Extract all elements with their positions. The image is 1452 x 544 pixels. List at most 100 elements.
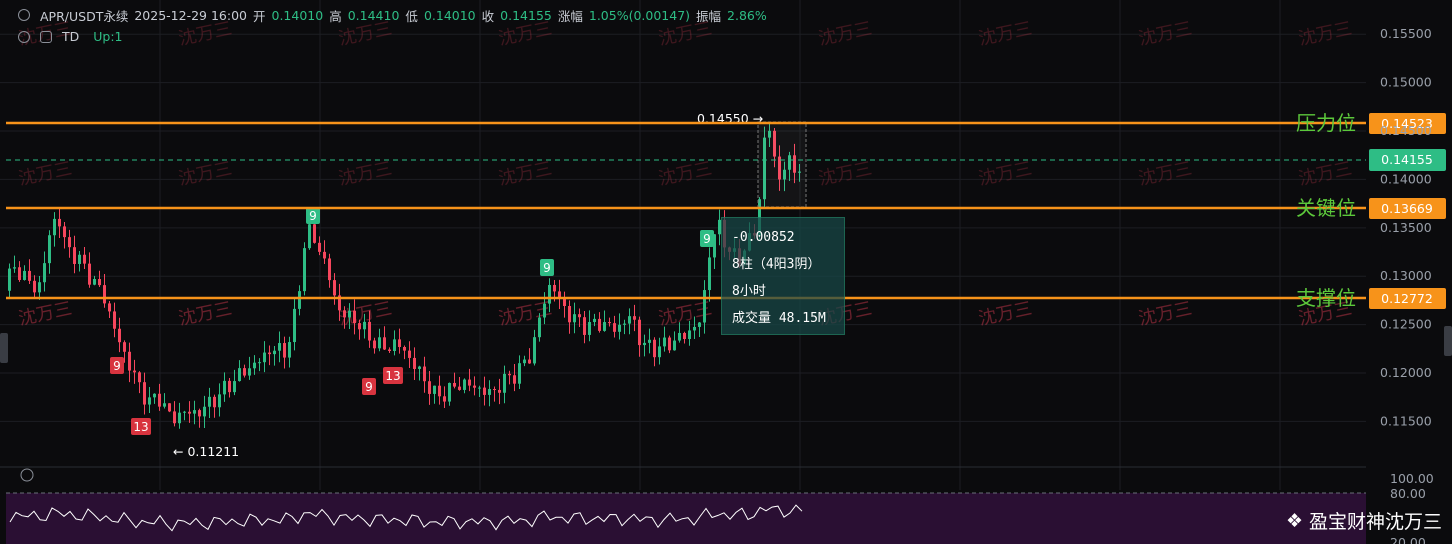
candle-body	[33, 280, 36, 293]
visibility-eye-icon[interactable]	[18, 9, 30, 21]
watermark-text: 沈万三	[817, 18, 874, 50]
indicator-name: TD	[62, 29, 80, 44]
candle-body	[208, 396, 211, 407]
y-tick-label: 0.15000	[1380, 75, 1432, 90]
current-price-text: 0.14155	[1381, 152, 1433, 167]
level-price-text: 0.12772	[1381, 291, 1433, 306]
candle-body	[633, 316, 636, 320]
indicator-row: TD Up:1	[18, 29, 123, 44]
td-label-text: 9	[365, 380, 373, 394]
candle-body	[133, 370, 136, 373]
candle-body	[113, 311, 116, 329]
candle-body	[678, 332, 681, 341]
candle-body	[308, 224, 311, 249]
td-label-text: 9	[309, 209, 317, 223]
y-tick-label: 0.13000	[1380, 268, 1432, 283]
brand-text: 盈宝财神沈万三	[1308, 511, 1442, 533]
candle-body	[328, 258, 331, 281]
y-tick-label: 0.12500	[1380, 317, 1432, 332]
td-label-text: 9	[703, 232, 711, 246]
indicator-settings-icon[interactable]	[40, 30, 52, 43]
watermark-text: 沈万三	[1137, 158, 1194, 190]
rsi-tick-label: 80.00	[1390, 486, 1426, 501]
candle-body	[168, 403, 171, 412]
watermark-text: 沈万三	[1297, 158, 1354, 190]
close-label: 收	[481, 8, 495, 24]
candle-body	[78, 254, 81, 264]
candle-body	[93, 278, 96, 285]
candle-body	[138, 372, 141, 383]
low-label: 低	[405, 8, 418, 24]
candle-body	[263, 352, 266, 363]
candle-body	[598, 318, 601, 331]
candle-body	[143, 382, 146, 405]
y-tick-label: 0.12000	[1380, 365, 1432, 380]
indicator-eye-icon[interactable]	[18, 30, 30, 43]
candle-body	[278, 343, 281, 351]
candle-body	[363, 321, 366, 330]
candle-body	[303, 248, 306, 292]
candle-body	[353, 310, 356, 324]
candle-body	[538, 317, 541, 338]
candle-body	[588, 322, 591, 335]
candle-body	[238, 368, 241, 382]
candle-body	[523, 359, 526, 364]
candle-body	[223, 380, 226, 395]
candle-body	[173, 411, 176, 424]
candle-body	[403, 346, 406, 351]
left-scroll-handle[interactable]	[0, 333, 8, 363]
candle-body	[293, 308, 296, 343]
watermark-text: 沈万三	[177, 158, 234, 190]
candle-body	[458, 386, 461, 390]
candle-body	[323, 251, 326, 259]
ohlc-info-row: APR/USDT永续 2025-12-29 16:00 开 0.14010 高 0.…	[18, 6, 767, 24]
measure-volume: 成交量 48.15M	[732, 311, 826, 326]
measure-delta: -0.00852	[732, 230, 795, 245]
candle-body	[123, 342, 126, 352]
candle-body	[118, 328, 121, 343]
right-scroll-handle[interactable]	[1444, 326, 1452, 356]
candle-body	[103, 285, 106, 304]
candle-body	[228, 380, 231, 393]
candle-body	[248, 368, 251, 376]
candle-body	[408, 350, 411, 358]
candle-body	[288, 342, 291, 358]
low-marker: ← 0.11211	[173, 444, 239, 459]
candle-body	[318, 242, 321, 252]
level-label: 支撑位	[1296, 286, 1356, 310]
candle-body	[183, 411, 186, 413]
candle-body	[108, 303, 111, 312]
candle-body	[643, 342, 646, 346]
candle-body	[498, 389, 501, 393]
candle-body	[688, 330, 691, 340]
rsi-eye-icon	[20, 468, 34, 482]
watermark-text: 沈万三	[17, 158, 74, 190]
td-label-text: 13	[385, 369, 400, 383]
measure-duration: 8小时	[732, 284, 766, 299]
open-label: 开	[252, 8, 266, 24]
candle-body	[488, 389, 491, 395]
candle-body	[543, 303, 546, 318]
candle-body	[218, 394, 221, 408]
candle-body	[433, 385, 436, 394]
measure-box	[757, 121, 807, 208]
level-label: 关键位	[1296, 196, 1356, 220]
candle-body	[48, 235, 51, 264]
measure-bars: 8柱（4阳3阴）	[732, 257, 821, 272]
candle-body	[708, 257, 711, 291]
td-label-text: 9	[113, 359, 121, 373]
td-label-text: 9	[543, 261, 551, 275]
measure-tooltip: -0.00852 8柱（4阳3阴） 8小时 成交量 48.15M	[721, 217, 845, 335]
candle-body	[88, 263, 91, 285]
candle-body	[43, 263, 46, 283]
candle-body	[533, 337, 536, 364]
candle-body	[83, 254, 86, 264]
candle-body	[253, 362, 256, 369]
candle-body	[18, 267, 21, 280]
candle-body	[483, 387, 486, 395]
candle-body	[653, 339, 656, 358]
candle-body	[243, 368, 246, 376]
candle-body	[648, 339, 651, 343]
candle-body	[583, 317, 586, 335]
candle-body	[618, 324, 621, 332]
